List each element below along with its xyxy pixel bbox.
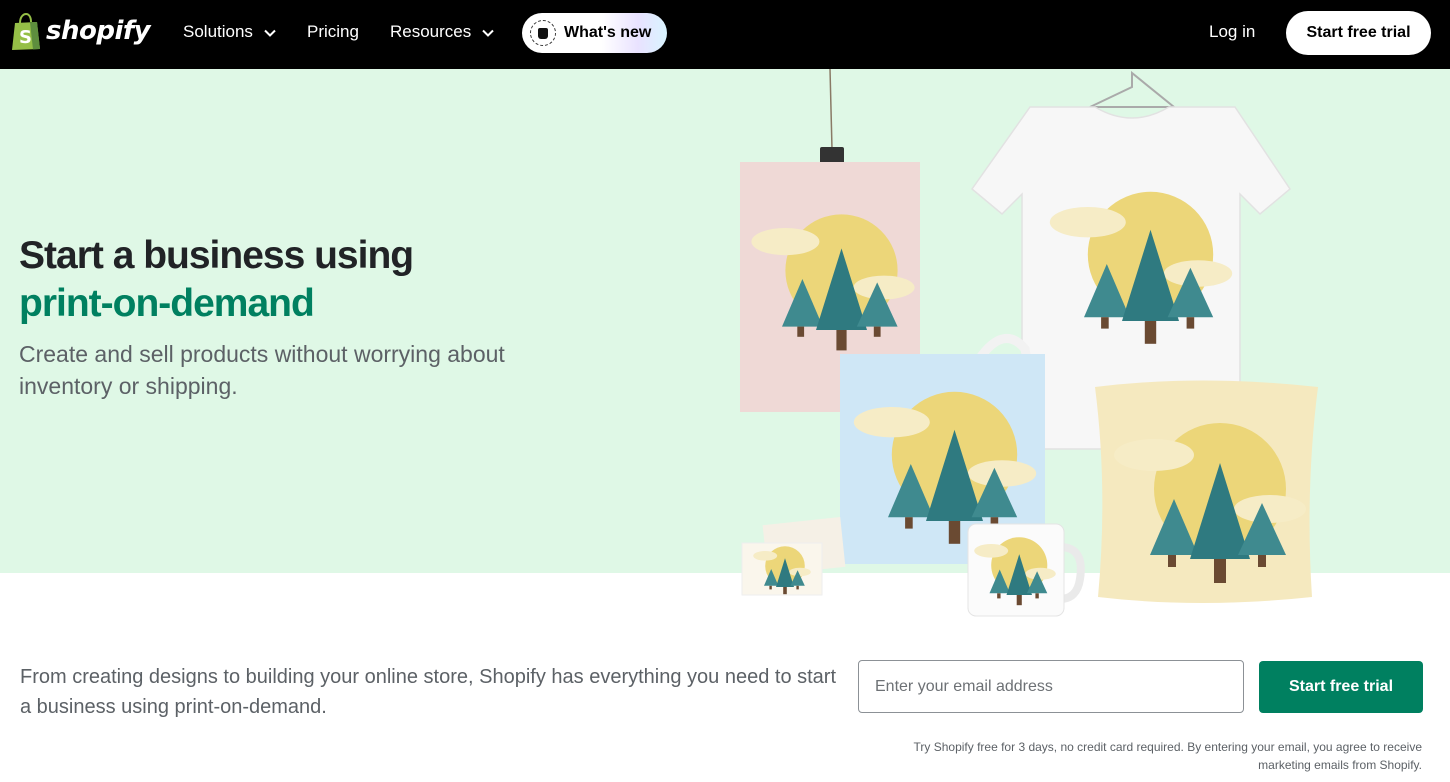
editions-badge-icon	[530, 20, 556, 46]
greeting-card-icon	[741, 517, 846, 596]
nav-item-pricing[interactable]: Pricing	[307, 22, 359, 42]
signup-description: From creating designs to building your o…	[20, 666, 837, 718]
whats-new-label: What's new	[564, 24, 652, 41]
shopify-logo[interactable]: S shopify	[10, 13, 151, 51]
nav-item-solutions[interactable]: Solutions	[183, 22, 277, 42]
hero-subheadline: Create and sell products without worryin…	[19, 341, 505, 399]
pillow-icon	[1095, 380, 1318, 603]
chevron-down-icon	[482, 29, 494, 37]
headline-accent: print-on-demand	[19, 282, 315, 325]
brand-name: shopify	[46, 15, 151, 46]
headline-line-1: Start a business using	[19, 234, 414, 277]
shopping-bag-logo-icon: S	[12, 13, 40, 50]
print-on-demand-products-illustration	[740, 69, 1318, 617]
email-input[interactable]	[858, 660, 1244, 713]
nav-item-label: Resources	[390, 22, 472, 41]
top-navigation: S shopify Solutions Pricing Resources Wh…	[0, 0, 1450, 69]
hero-headline: Start a business using print-on-demand	[19, 232, 414, 328]
start-free-trial-nav-button[interactable]: Start free trial	[1286, 11, 1431, 55]
mug-icon	[967, 523, 1085, 617]
nav-item-resources[interactable]: Resources	[390, 22, 495, 42]
nav-item-label: Pricing	[307, 22, 359, 41]
signup-disclaimer: Try Shopify free for 3 days, no credit c…	[913, 740, 1422, 772]
login-link[interactable]: Log in	[1209, 22, 1255, 42]
whats-new-button[interactable]: What's new	[522, 13, 667, 53]
start-free-trial-button[interactable]: Start free trial	[1259, 661, 1423, 713]
nav-item-label: Solutions	[183, 22, 253, 41]
chevron-down-icon	[264, 29, 276, 37]
svg-text:S: S	[19, 27, 32, 48]
